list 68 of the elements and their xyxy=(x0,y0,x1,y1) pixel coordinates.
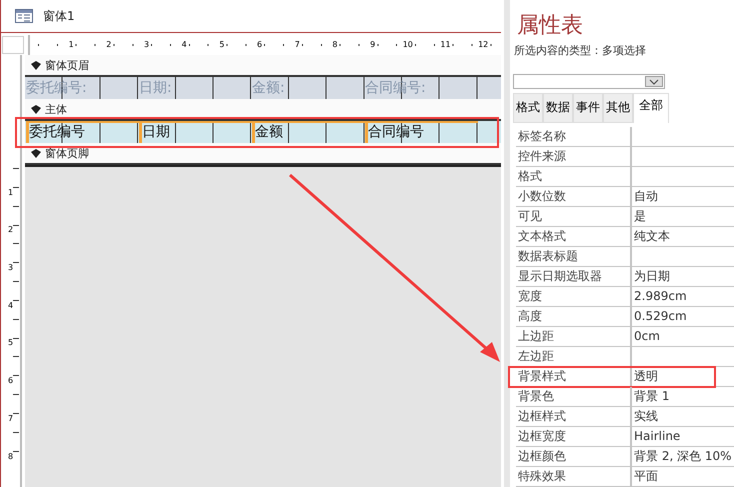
ruler-number: 8 xyxy=(8,452,14,462)
property-value[interactable]: 为日期 xyxy=(632,267,734,286)
property-name: 边框颜色 xyxy=(516,447,632,466)
property-name: 边框样式 xyxy=(516,407,632,426)
tab[interactable]: 其他 xyxy=(603,93,633,123)
tab[interactable]: 事件 xyxy=(573,93,603,123)
property-value[interactable]: 实线 xyxy=(632,407,734,426)
property-value[interactable]: 0.529cm xyxy=(632,307,734,326)
ruler-number: 7 xyxy=(8,414,14,424)
property-name: 数据表标题 xyxy=(516,247,632,266)
property-name: 特殊效果 xyxy=(516,467,632,486)
property-name: 小数位数 xyxy=(516,187,632,206)
ruler-number: 1 xyxy=(8,188,14,198)
property-value[interactable]: 2.989cm xyxy=(632,287,734,306)
property-name: 背景样式 xyxy=(516,367,632,386)
panel-title: 属性表 xyxy=(516,12,584,40)
ruler-number: 9 xyxy=(369,40,376,50)
ruler-number: 12 xyxy=(477,40,490,50)
ruler-number: 7 xyxy=(294,40,301,50)
property-name: 格式 xyxy=(516,167,632,186)
chevron-down-icon xyxy=(649,78,659,84)
property-value[interactable]: 0cm xyxy=(632,327,734,346)
section-title[interactable]: 窗体页脚 xyxy=(45,146,89,160)
property-name: 高度 xyxy=(516,307,632,326)
ruler-number: 3 xyxy=(142,40,150,50)
property-name: 边框宽度 xyxy=(516,427,632,446)
property-name: 显示日期选取器 xyxy=(516,267,632,286)
ruler-number: 2 xyxy=(105,40,112,50)
property-value[interactable]: Hairline xyxy=(632,427,734,446)
section-arrow-icon xyxy=(31,60,41,70)
property-value[interactable]: 是 xyxy=(632,207,734,226)
ruler-number: 5 xyxy=(8,338,14,348)
ruler-number: 6 xyxy=(256,40,264,50)
ruler-number: 10 xyxy=(402,40,414,50)
property-name: 宽度 xyxy=(516,287,632,306)
section-title[interactable]: 主体 xyxy=(45,102,67,116)
selection-type: 所选内容的类型：多项选择 xyxy=(513,43,647,58)
property-name: 背景色 xyxy=(516,387,632,406)
tab[interactable]: 全部 xyxy=(633,93,669,123)
property-name: 文本格式 xyxy=(516,227,632,246)
section-arrow-icon xyxy=(31,148,41,158)
property-name: 上边距 xyxy=(516,327,632,346)
property-value[interactable]: 自动 xyxy=(632,187,734,206)
section-title[interactable]: 窗体页眉 xyxy=(45,58,89,72)
property-value[interactable]: 纯文本 xyxy=(632,227,734,246)
section-arrow-icon xyxy=(31,104,41,114)
property-value[interactable]: 透明 xyxy=(632,367,734,386)
tab[interactable]: 格式 xyxy=(513,93,543,123)
object-dropdown[interactable] xyxy=(513,74,665,89)
property-name: 左边距 xyxy=(516,347,632,366)
ruler-number: 6 xyxy=(8,376,14,386)
property-value[interactable]: 背景 2, 深色 10% xyxy=(632,447,734,466)
ruler-number: 3 xyxy=(8,263,14,274)
window-title: 窗体1 xyxy=(43,8,75,24)
property-name: 标签名称 xyxy=(516,127,632,146)
ruler-number: 4 xyxy=(8,300,14,311)
ruler-number: 5 xyxy=(218,40,226,50)
ruler-corner xyxy=(2,36,24,54)
property-value[interactable]: 背景 1 xyxy=(632,387,734,406)
property-name: 可见 xyxy=(516,207,632,226)
tab[interactable]: 数据 xyxy=(543,93,573,123)
ruler-number: 1 xyxy=(68,40,75,50)
ruler-number: 4 xyxy=(180,40,188,50)
ruler-number: 8 xyxy=(331,40,338,50)
form-icon xyxy=(15,9,33,23)
ruler-number: 11 xyxy=(439,40,452,50)
property-name: 控件来源 xyxy=(516,147,632,166)
property-value[interactable]: 平面 xyxy=(632,467,734,486)
